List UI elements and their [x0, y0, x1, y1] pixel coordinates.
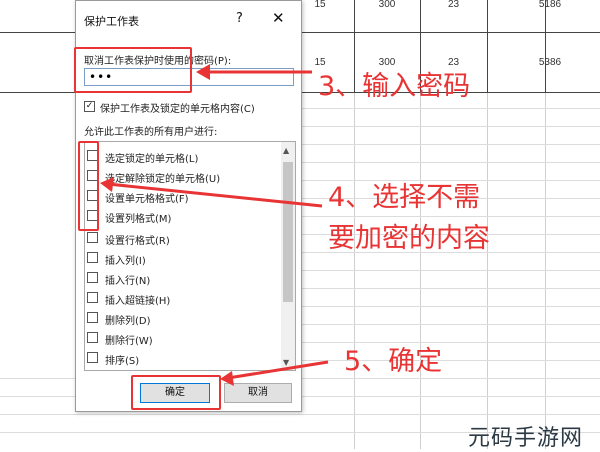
step3-arrowhead: [196, 64, 210, 80]
step4-arrow: [107, 182, 323, 208]
step3-annotation: 3、输入密码: [318, 71, 471, 102]
step5-arrowhead: [220, 371, 234, 386]
step4-arrowhead: [100, 177, 114, 192]
step4-annotation-line2: 要加密的内容: [328, 223, 490, 254]
step4-annotation-line1: 4、选择不需: [328, 182, 481, 213]
annotation-arrows: [100, 64, 329, 386]
step5-arrow: [227, 360, 329, 380]
step5-annotation: 5、确定: [344, 346, 443, 377]
watermark-text: 元码手游网: [468, 426, 584, 451]
